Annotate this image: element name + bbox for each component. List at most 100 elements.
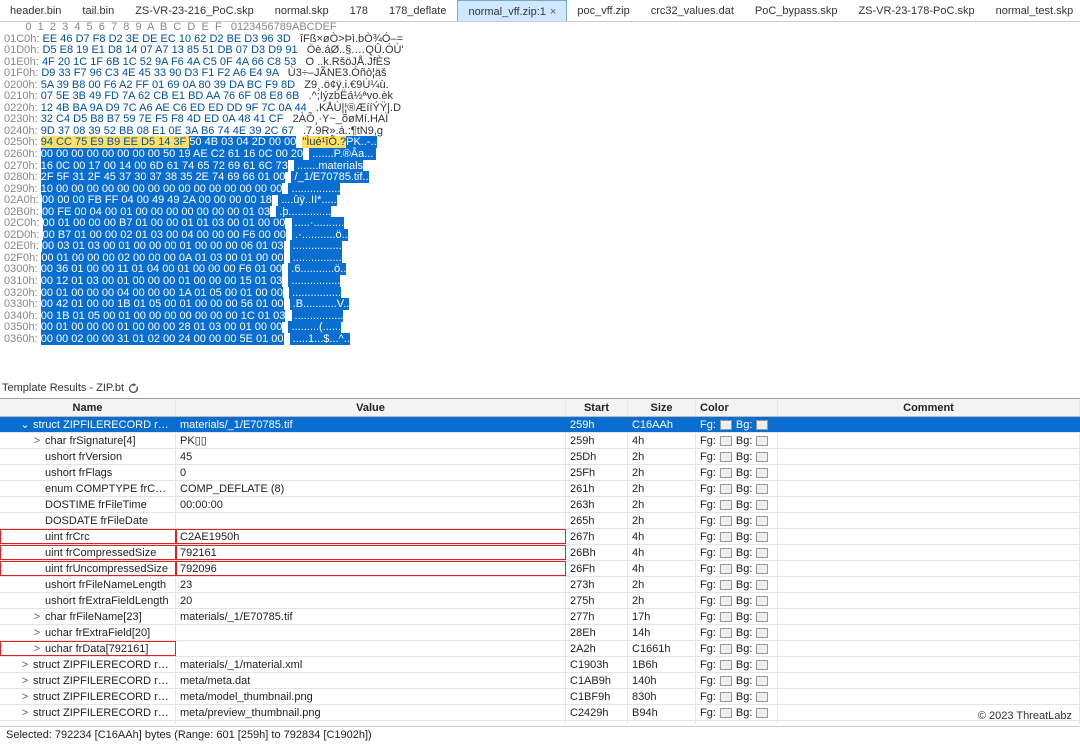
template-row[interactable]: ushort frFileNameLength23273h2hFg:Bg:: [0, 577, 1080, 593]
fg-swatch[interactable]: [720, 564, 732, 574]
tab[interactable]: ZS-VR-23-178-PoC.skp: [848, 0, 985, 21]
fg-swatch[interactable]: [720, 548, 732, 558]
col-value[interactable]: Value: [176, 399, 566, 416]
col-color[interactable]: Color: [696, 399, 778, 416]
fg-swatch[interactable]: [720, 452, 732, 462]
bg-swatch[interactable]: [756, 500, 768, 510]
fg-swatch[interactable]: [720, 500, 732, 510]
cell-color: Fg:Bg:: [696, 721, 778, 724]
fg-swatch[interactable]: [720, 692, 732, 702]
bg-swatch[interactable]: [756, 580, 768, 590]
tab[interactable]: ZS-VR-23-216_PoC.skp: [125, 0, 265, 21]
bg-swatch[interactable]: [756, 628, 768, 638]
bg-swatch[interactable]: [756, 532, 768, 542]
template-row[interactable]: > char frSignature[4]PK▯▯259h4hFg:Bg:: [0, 433, 1080, 449]
bg-swatch[interactable]: [756, 564, 768, 574]
tab[interactable]: 178_deflate: [379, 0, 458, 21]
template-row[interactable]: enum COMPTYPE frCompressi...COMP_DEFLATE…: [0, 481, 1080, 497]
tab[interactable]: crc32_values.dat: [641, 0, 745, 21]
fg-swatch[interactable]: [720, 708, 732, 718]
expand-icon[interactable]: >: [32, 433, 42, 448]
template-row[interactable]: > struct ZIPFILERECORD record[6]meta/pre…: [0, 705, 1080, 721]
fg-swatch[interactable]: [720, 660, 732, 670]
bg-swatch[interactable]: [756, 708, 768, 718]
cell-color: Fg:Bg:: [696, 465, 778, 480]
tab[interactable]: tail.bin: [72, 0, 125, 21]
expand-icon[interactable]: >: [20, 721, 30, 724]
cell-color: Fg:Bg:: [696, 657, 778, 672]
expand-icon[interactable]: >: [20, 705, 30, 720]
expand-icon[interactable]: >: [32, 641, 42, 656]
fg-swatch[interactable]: [720, 596, 732, 606]
fg-swatch[interactable]: [720, 676, 732, 686]
bg-swatch[interactable]: [756, 420, 768, 430]
template-row[interactable]: uint frUncompressedSize79209626Fh4hFg:Bg…: [0, 561, 1080, 577]
template-row[interactable]: uint frCrcC2AE1950h267h4hFg:Bg:: [0, 529, 1080, 545]
tab[interactable]: normal_test.skp: [986, 0, 1080, 21]
fg-swatch[interactable]: [720, 612, 732, 622]
fg-swatch[interactable]: [720, 644, 732, 654]
cell-comment: [778, 625, 1080, 640]
cell-name: > struct ZIPFILERECORD record[6]: [0, 705, 176, 720]
expand-icon[interactable]: >: [32, 625, 42, 640]
expand-icon[interactable]: >: [32, 609, 42, 624]
fg-swatch[interactable]: [720, 468, 732, 478]
cell-name: > uchar frData[792161]: [0, 641, 176, 656]
bg-swatch[interactable]: [756, 468, 768, 478]
bg-swatch[interactable]: [756, 436, 768, 446]
template-row[interactable]: > char frFileName[23]materials/_1/E70785…: [0, 609, 1080, 625]
expand-icon[interactable]: >: [20, 657, 30, 672]
hex-dump[interactable]: 0 1 2 3 4 5 6 7 8 9 A B C D E F 01234567…: [0, 22, 1080, 345]
tab[interactable]: normal_vff.zip:1×: [457, 0, 567, 21]
template-row[interactable]: > uchar frExtraField[20]28Eh14hFg:Bg:: [0, 625, 1080, 641]
template-row[interactable]: ⌄ struct ZIPFILERECORD record[2]material…: [0, 417, 1080, 433]
refresh-icon[interactable]: [128, 383, 139, 394]
bg-swatch[interactable]: [756, 452, 768, 462]
expand-icon[interactable]: ⌄: [20, 417, 30, 432]
bg-swatch[interactable]: [756, 660, 768, 670]
bg-swatch[interactable]: [756, 644, 768, 654]
bg-swatch[interactable]: [756, 724, 768, 725]
fg-swatch[interactable]: [720, 532, 732, 542]
bg-swatch[interactable]: [756, 516, 768, 526]
bg-swatch[interactable]: [756, 692, 768, 702]
template-row[interactable]: > struct ZIPFILERECORD record[5]meta/mod…: [0, 689, 1080, 705]
template-row[interactable]: uint frCompressedSize79216126Bh4hFg:Bg:: [0, 545, 1080, 561]
template-row[interactable]: > struct ZIPFILERECORD record[3]material…: [0, 657, 1080, 673]
bg-swatch[interactable]: [756, 676, 768, 686]
template-row[interactable]: ushort frExtraFieldLength20275h2hFg:Bg:: [0, 593, 1080, 609]
expand-icon[interactable]: >: [20, 689, 30, 704]
col-comment[interactable]: Comment: [778, 399, 1080, 416]
tab[interactable]: normal.skp: [265, 0, 340, 21]
fg-swatch[interactable]: [720, 516, 732, 526]
template-row[interactable]: DOSDATE frFileDate265h2hFg:Bg:: [0, 513, 1080, 529]
tab[interactable]: PoC_bypass.skp: [745, 0, 849, 21]
bg-swatch[interactable]: [756, 548, 768, 558]
tab[interactable]: poc_vff.zip: [567, 0, 640, 21]
col-size[interactable]: Size: [628, 399, 696, 416]
close-icon[interactable]: ×: [550, 6, 556, 18]
tab[interactable]: header.bin: [0, 0, 72, 21]
cell-value: 00:00:00: [176, 497, 566, 512]
fg-swatch[interactable]: [720, 420, 732, 430]
fg-swatch[interactable]: [720, 724, 732, 725]
col-name[interactable]: Name: [0, 399, 176, 416]
bg-swatch[interactable]: [756, 596, 768, 606]
tab[interactable]: 178: [340, 0, 379, 21]
template-row[interactable]: > uchar frData[792161]2A2hC1661hFg:Bg:: [0, 641, 1080, 657]
expand-icon[interactable]: >: [20, 673, 30, 688]
bg-swatch[interactable]: [756, 484, 768, 494]
fg-swatch[interactable]: [720, 628, 732, 638]
bg-swatch[interactable]: [756, 612, 768, 622]
cell-name: ushort frFlags: [0, 465, 176, 480]
cell-start: 267h: [566, 529, 628, 544]
template-row[interactable]: DOSTIME frFileTime00:00:00263h2hFg:Bg:: [0, 497, 1080, 513]
template-row[interactable]: ushort frVersion4525Dh2hFg:Bg:: [0, 449, 1080, 465]
fg-swatch[interactable]: [720, 436, 732, 446]
template-row[interactable]: > struct ZIPFILERECORD record[4]meta/met…: [0, 673, 1080, 689]
fg-swatch[interactable]: [720, 580, 732, 590]
template-row[interactable]: > struct ZIPFILERECORD record[7]model.da…: [0, 721, 1080, 724]
template-row[interactable]: ushort frFlags025Fh2hFg:Bg:: [0, 465, 1080, 481]
fg-swatch[interactable]: [720, 484, 732, 494]
col-start[interactable]: Start: [566, 399, 628, 416]
